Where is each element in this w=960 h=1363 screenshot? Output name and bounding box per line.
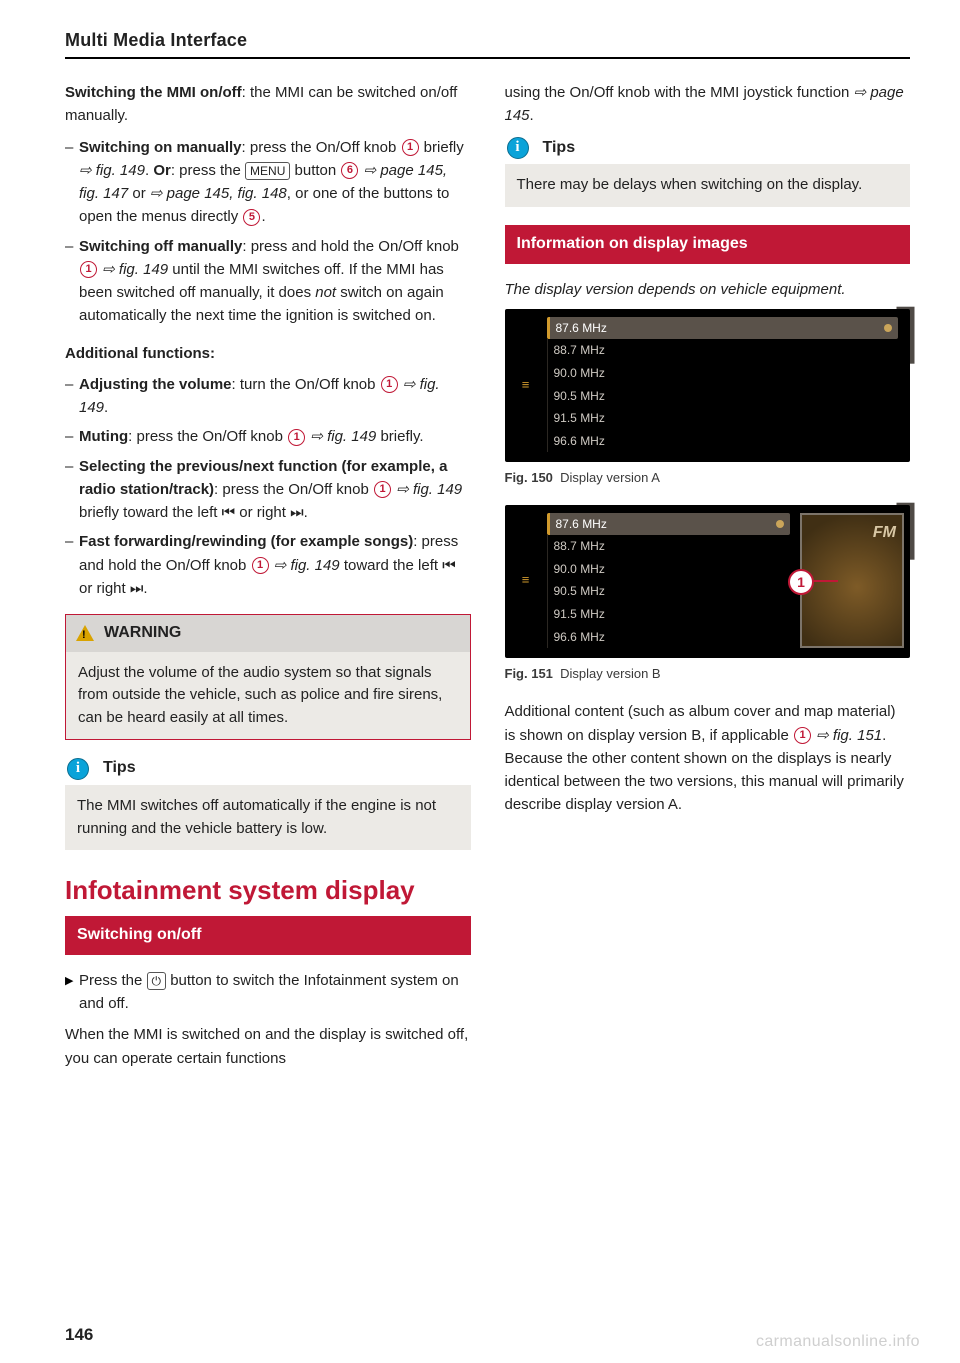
warning-title: WARNING	[104, 621, 181, 646]
link-fig-149[interactable]: fig. 149	[310, 428, 376, 445]
running-head: Multi Media Interface	[65, 30, 910, 59]
display-version-para: Additional content (such as album cover …	[505, 700, 911, 816]
station-row: 90.0 MHz	[547, 558, 791, 581]
link-fig-149[interactable]: fig. 149	[102, 261, 168, 278]
power-key-icon: ⏻	[147, 972, 167, 990]
circled-1-icon: 1	[374, 481, 391, 498]
triangle-bullet-icon: ▶	[65, 969, 79, 1016]
station-row: 90.5 MHz	[547, 385, 899, 408]
right-column: using the On/Off knob with the MMI joyst…	[505, 81, 911, 1078]
warning-head: WARNING	[66, 615, 470, 652]
callout-1-icon: 1	[788, 569, 814, 595]
tips-body-right: There may be delays when switching on th…	[505, 164, 911, 207]
switch-off-item: – Switching off manually: press and hold…	[65, 235, 471, 328]
display-version-intro: The display version depends on vehicle e…	[505, 278, 911, 301]
list-icon: ≡	[511, 513, 541, 649]
watermark: carmanualsonline.info	[756, 1333, 920, 1351]
album-art-thumbnail: FM 1	[800, 513, 904, 649]
warning-triangle-icon	[76, 625, 94, 641]
circled-1-icon: 1	[288, 429, 305, 446]
station-row: 87.6 MHz	[547, 513, 791, 536]
figure-151-caption: Fig. 151 Display version B	[505, 664, 911, 684]
link-fig-149[interactable]: fig. 149	[396, 481, 462, 498]
station-row: 87.6 MHz	[547, 317, 899, 340]
link-fig-151[interactable]: fig. 151	[816, 727, 882, 744]
display-version-b-screen: ≡ 87.6 MHz 88.7 MHz 90.0 MHz 90.5 MHz 91…	[505, 505, 911, 659]
tips-title: Tips	[543, 136, 576, 161]
muting-item: – Muting: press the On/Off knob 1 fig. 1…	[65, 425, 471, 448]
display-version-a-screen: ≡ 87.6 MHz 88.7 MHz 90.0 MHz 90.5 MHz 91…	[505, 309, 911, 463]
tips-body-left: The MMI switches off automatically if th…	[65, 785, 471, 850]
station-row: 91.5 MHz	[547, 407, 899, 430]
prev-next-item: – Selecting the previous/next function (…	[65, 455, 471, 525]
station-row: 96.6 MHz	[547, 626, 791, 649]
info-icon: i	[67, 758, 89, 780]
circled-1-icon: 1	[80, 261, 97, 278]
figure-150: RAH-8372 ≡ 87.6 MHz 88.7 MHz 90.0 MHz 90…	[505, 309, 911, 463]
station-row: 88.7 MHz	[547, 535, 791, 558]
menu-key-icon: MENU	[245, 162, 290, 180]
station-row: 88.7 MHz	[547, 339, 899, 362]
station-list-a: 87.6 MHz 88.7 MHz 90.0 MHz 90.5 MHz 91.5…	[541, 317, 905, 453]
banner-switching-onoff: Switching on/off	[65, 916, 471, 955]
signal-dot-icon	[884, 324, 892, 332]
warning-box: WARNING Adjust the volume of the audio s…	[65, 614, 471, 740]
info-icon: i	[507, 137, 529, 159]
station-row: 90.5 MHz	[547, 580, 791, 603]
station-row: 96.6 MHz	[547, 430, 899, 453]
circled-1-icon: 1	[794, 727, 811, 744]
station-list-b: 87.6 MHz 88.7 MHz 90.0 MHz 90.5 MHz 91.5…	[541, 513, 797, 649]
callout-line-icon	[810, 580, 838, 582]
left-column: Switching the MMI on/off: the MMI can be…	[65, 81, 471, 1078]
press-power-item: ▶ Press the ⏻ button to switch the Infot…	[65, 969, 471, 1016]
tips-head-right: i Tips	[505, 136, 911, 161]
circled-6-icon: 6	[341, 162, 358, 179]
tips-title: Tips	[103, 756, 136, 781]
link-fig-149[interactable]: fig. 149	[79, 162, 145, 179]
warning-body: Adjust the volume of the audio system so…	[66, 652, 470, 740]
ff-rew-item: – Fast forwarding/rewinding (for example…	[65, 530, 471, 600]
circled-5-icon: 5	[243, 209, 260, 226]
right-continuation: using the On/Off knob with the MMI joyst…	[505, 81, 911, 128]
mmi-onoff-intro: Switching the MMI on/off: the MMI can be…	[65, 81, 471, 128]
additional-functions-head: Additional functions:	[65, 342, 471, 365]
circled-1-icon: 1	[252, 557, 269, 574]
section-infotainment-display: Infotainment system display	[65, 876, 471, 906]
tips-head-left: i Tips	[65, 756, 471, 781]
circled-1-icon: 1	[402, 139, 419, 156]
banner-display-images: Information on display images	[505, 225, 911, 264]
fm-label: FM	[873, 521, 896, 546]
adjust-volume-item: – Adjusting the volume: turn the On/Off …	[65, 373, 471, 420]
mmi-onoff-lead: Switching the MMI on/off	[65, 84, 242, 101]
switch-on-item: – Switching on manually: press the On/Of…	[65, 136, 471, 229]
page-number: 146	[65, 1325, 93, 1345]
figure-151: RAH-8372 ≡ 87.6 MHz 88.7 MHz 90.0 MHz 90…	[505, 505, 911, 659]
circled-1-icon: 1	[381, 376, 398, 393]
list-icon: ≡	[511, 317, 541, 453]
link-p145-fig148[interactable]: page 145, fig. 148	[150, 185, 287, 202]
tail-para: When the MMI is switched on and the disp…	[65, 1023, 471, 1070]
signal-dot-icon	[776, 520, 784, 528]
link-fig-149[interactable]: fig. 149	[274, 557, 340, 574]
station-row: 91.5 MHz	[547, 603, 791, 626]
figure-150-caption: Fig. 150 Display version A	[505, 468, 911, 488]
station-row: 90.0 MHz	[547, 362, 899, 385]
